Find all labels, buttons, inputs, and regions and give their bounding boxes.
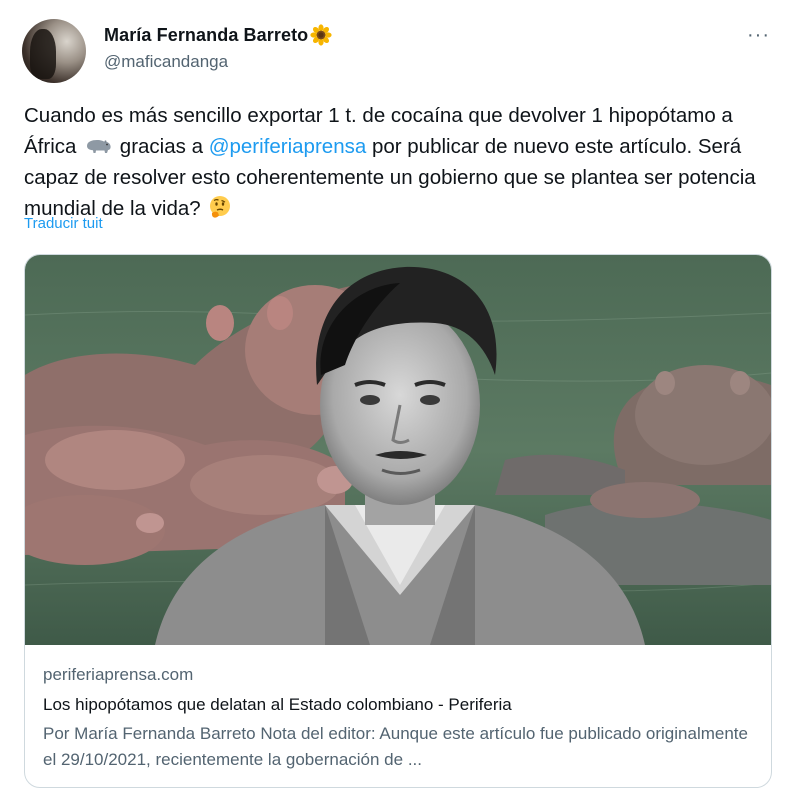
mention-link[interactable]: @periferiaprensa <box>209 135 367 158</box>
avatar-silhouette <box>30 29 56 79</box>
card-description: Por María Fernanda Barreto Nota del edit… <box>43 724 748 769</box>
author-handle[interactable]: @maficandanga <box>104 52 228 72</box>
tweet-text-part: gracias a <box>114 135 209 158</box>
author-name-row: María Fernanda Barreto <box>104 22 332 48</box>
more-options-button[interactable]: ··· <box>747 24 770 47</box>
hippo-icon <box>84 132 112 153</box>
sunflower-icon <box>310 24 332 46</box>
card-meta: periferiaprensa.com Los hipopótamos que … <box>43 663 753 773</box>
thinking-face-icon <box>208 195 232 219</box>
card-domain: periferiaprensa.com <box>43 665 194 684</box>
link-card[interactable]: periferiaprensa.com Los hipopótamos que … <box>24 254 772 788</box>
card-image <box>25 255 771 645</box>
translate-tweet-link[interactable]: Traducir tuit <box>24 215 103 232</box>
tweet-text: Cuando es más sencillo exportar 1 t. de … <box>24 100 764 224</box>
tweet: María Fernanda Barreto @maficandanga ··· <box>0 0 800 804</box>
author-display-name[interactable]: María Fernanda Barreto <box>104 25 308 46</box>
avatar[interactable] <box>22 19 86 83</box>
card-title: Los hipopótamos que delatan al Estado co… <box>43 695 512 714</box>
